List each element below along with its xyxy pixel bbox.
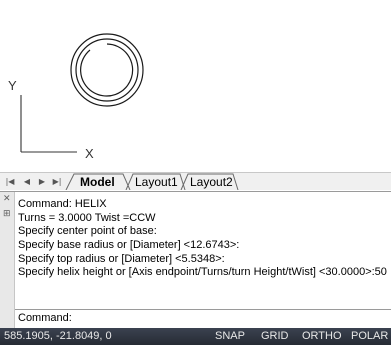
layout-tab-bar: |◀ ◀ ▶ ▶| Model Layout1 Layout2 [0,172,391,191]
drawing-canvas[interactable]: Y X [0,0,391,172]
command-window: ✕ ⊞ Command: HELIX Turns = 3.0000 Twist … [0,191,391,328]
tab-layout1[interactable]: Layout1 [131,174,182,190]
pin-icon[interactable]: ⊞ [3,210,11,219]
command-history-line: Command: HELIX [18,198,107,210]
helix-middle-turn [75,38,139,102]
tab-model[interactable]: Model [76,174,119,190]
command-history-line: Specify helix height or [Axis endpoint/T… [18,266,387,279]
command-history-line: Turns = 3.0000 Twist =CCW [18,211,156,224]
grid-toggle[interactable]: GRID [261,328,289,345]
status-bar: 585.1905, -21.8049, 0 SNAP GRID ORTHO PO… [0,328,391,345]
ucs-x-label: X [85,146,94,161]
coordinate-readout[interactable]: 585.1905, -21.8049, 0 [4,328,112,345]
ortho-toggle[interactable]: ORTHO [302,328,342,345]
snap-toggle[interactable]: SNAP [215,328,245,345]
helix-inner-turn [80,43,134,97]
command-line: Command: [15,309,391,327]
tab-layout2[interactable]: Layout2 [186,174,237,190]
helix-drawing [20,33,144,153]
ucs-y-label: Y [8,78,17,93]
ucs-icon [20,95,77,153]
command-window-grip[interactable]: ✕ ⊞ [0,192,15,328]
command-history: Command: HELIX Turns = 3.0000 Twist =CCW… [18,198,390,280]
command-input[interactable]: Command: [18,310,378,326]
polar-toggle[interactable]: POLAR [351,328,388,345]
command-history-line: Specify top radius or [Diameter] <5.5348… [18,252,225,265]
command-history-line: Specify base radius or [Diameter] <12.67… [18,239,240,252]
close-icon[interactable]: ✕ [3,195,11,204]
helix-entity [70,33,144,107]
command-history-line: Specify center point of base: [18,225,157,238]
